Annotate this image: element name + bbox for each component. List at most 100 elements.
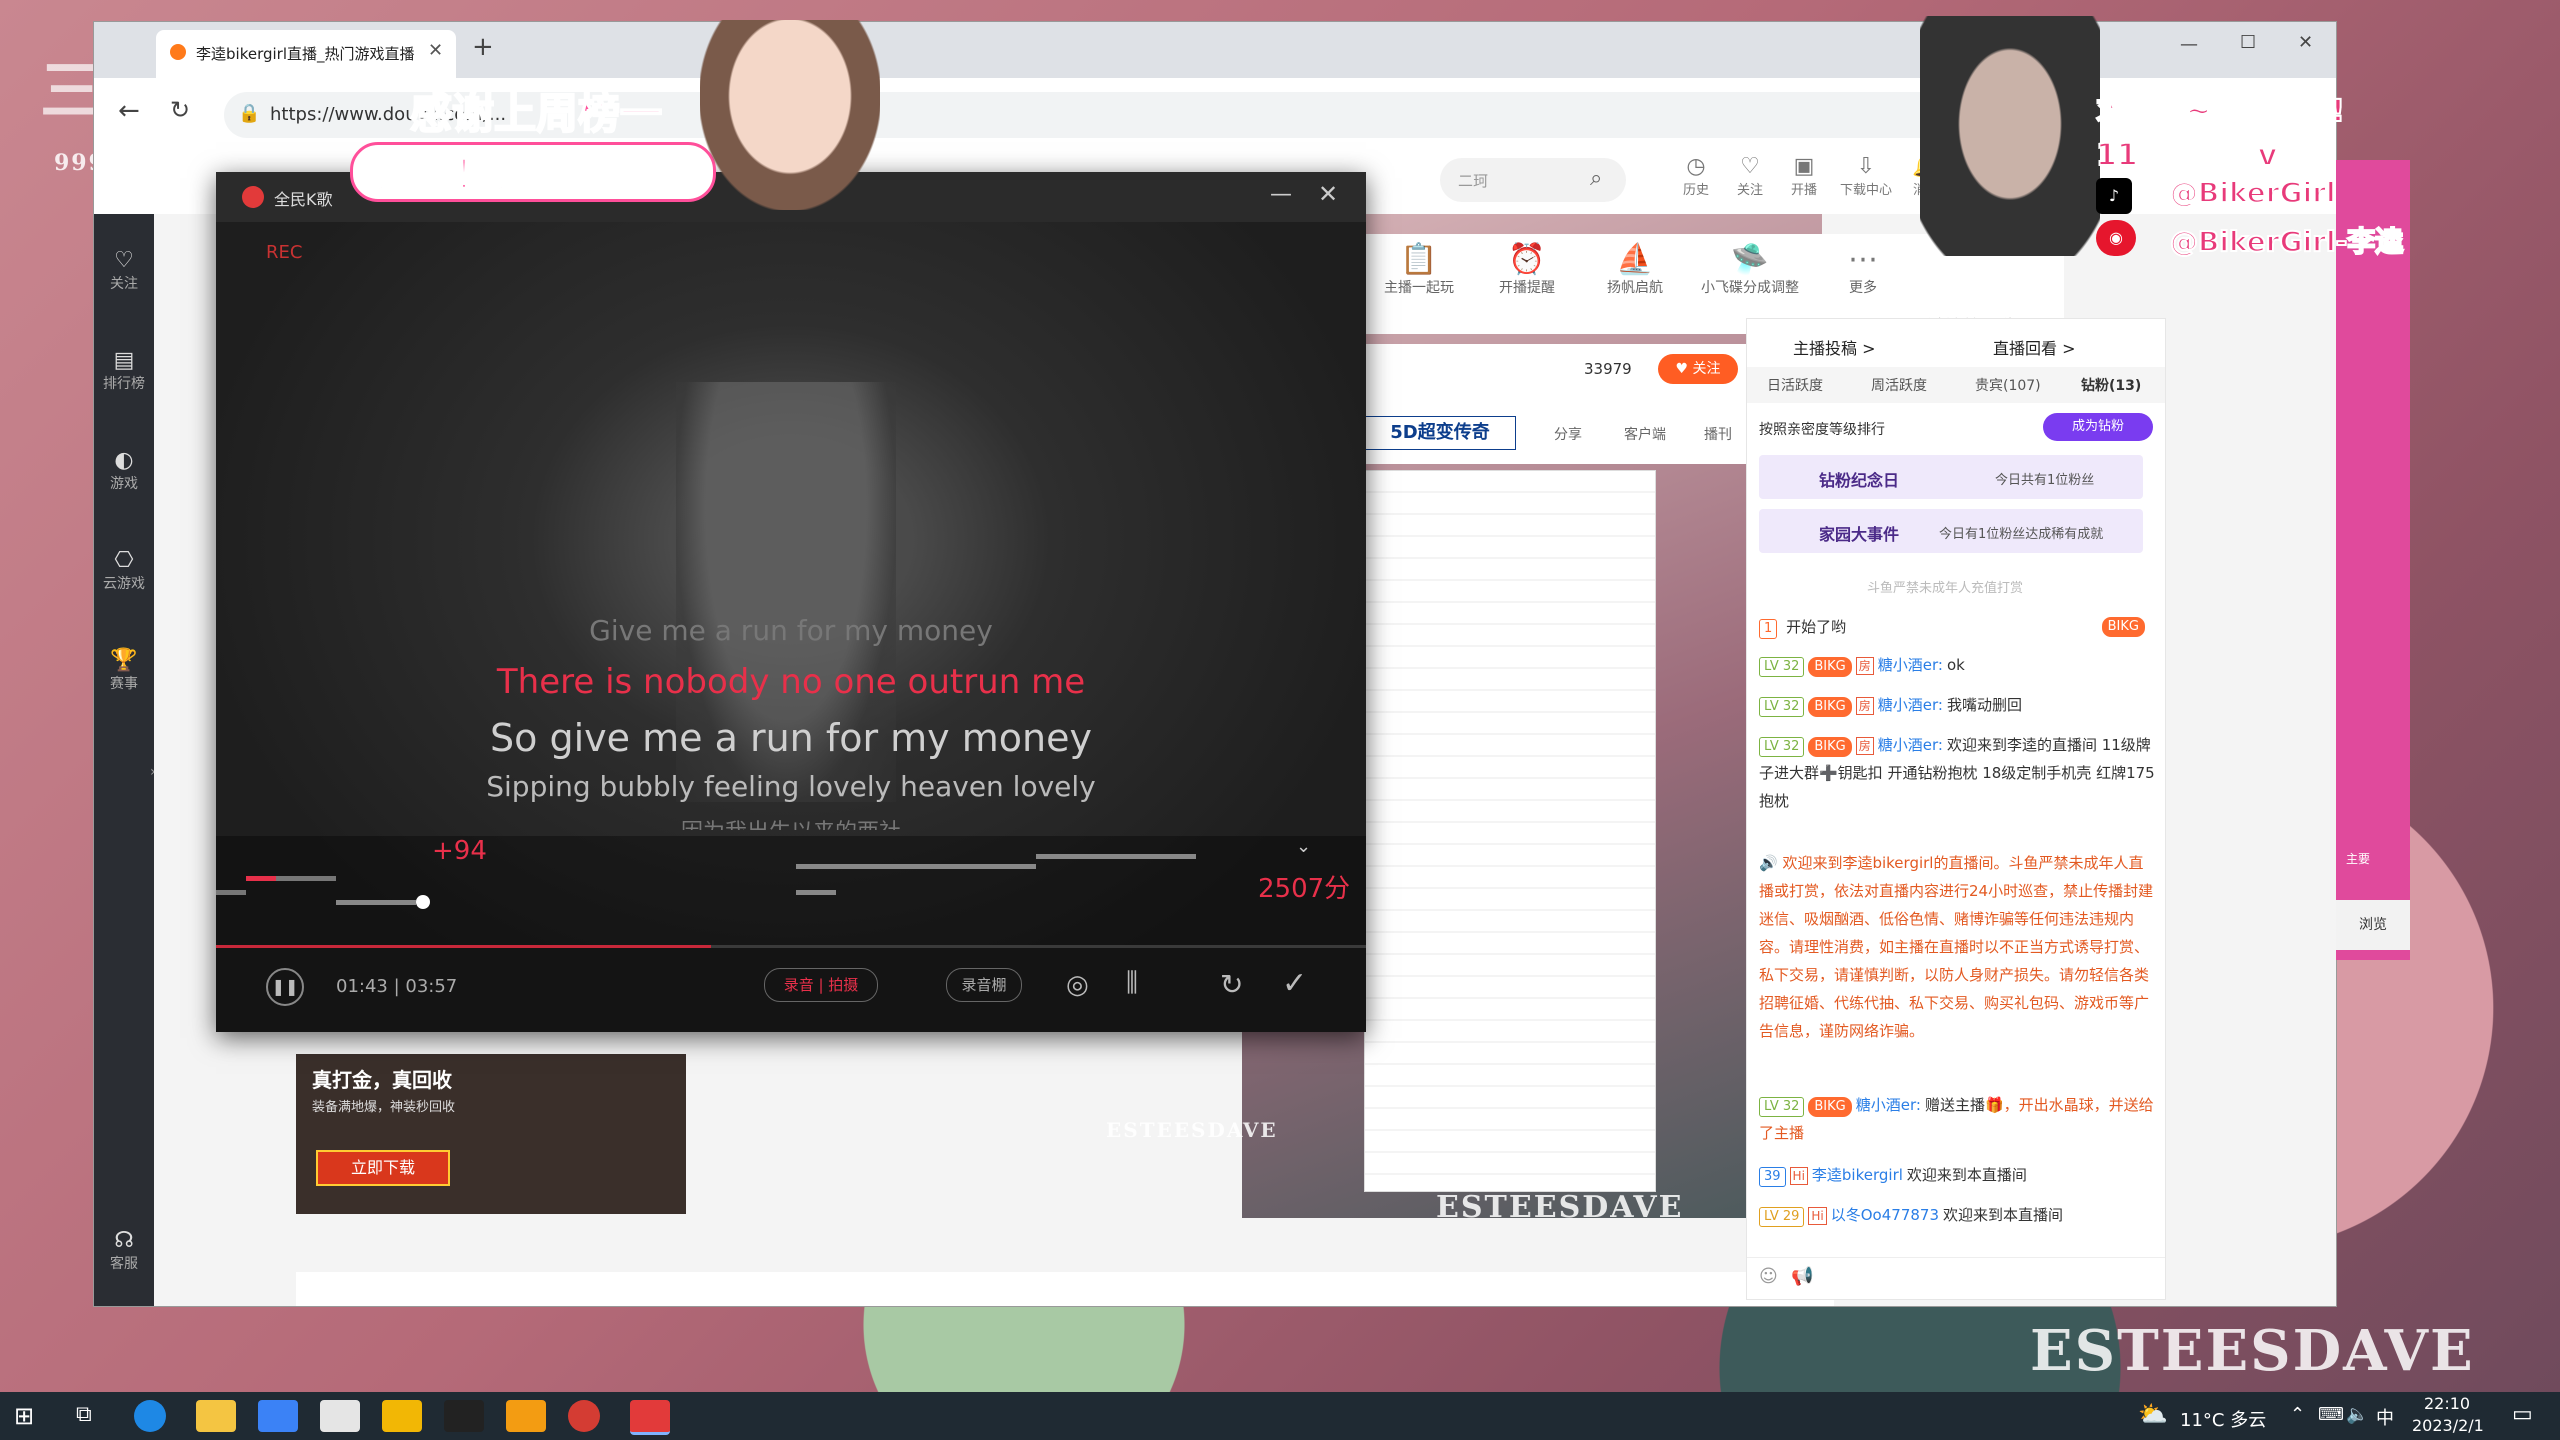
toolbar-label: 更多 (1849, 280, 1877, 296)
toolbar-play-together[interactable]: 📋 主播一起玩 (1374, 242, 1464, 297)
ad-banner[interactable]: 真打金，真回收 装备满地爆，神装秒回收 立即下载 (296, 1054, 686, 1214)
karaoke-taskbar-icon[interactable] (630, 1400, 670, 1435)
volume-icon[interactable]: 🔈 (2346, 1404, 2368, 1425)
side-browse-button[interactable]: 浏览 (2336, 900, 2410, 950)
studio-button[interactable]: 录音棚 (946, 968, 1022, 1002)
client-link[interactable]: 客户端 (1624, 424, 1666, 444)
toolbar-ufo[interactable]: 🛸 小飞碟分成调整 (1690, 242, 1810, 297)
toolbar-reminder[interactable]: ⏰ 开播提醒 (1482, 242, 1572, 297)
maximize-button[interactable]: ☐ (2240, 32, 2256, 53)
sidebar-item-game[interactable]: ◐ 游戏 (94, 434, 154, 514)
clock-icon: ◷ (1686, 154, 1706, 179)
search-box[interactable]: 二珂 ⌕ (1440, 158, 1626, 202)
edge-icon[interactable] (134, 1400, 166, 1432)
chat-username[interactable]: 李逵bikergirl (1812, 1166, 1903, 1184)
netease-music-icon[interactable] (568, 1400, 600, 1432)
download-icon: ⇩ (1856, 154, 1876, 179)
report-link[interactable]: 播刊 (1704, 424, 1732, 444)
tray-chevron-icon[interactable]: ⌃ (2290, 1404, 2305, 1425)
chat-text: 赠送主播 (1924, 1096, 1985, 1114)
chat-username[interactable]: 糖小酒er: (1878, 736, 1943, 754)
start-button[interactable]: ⊞ (14, 1402, 34, 1430)
toolbar-more[interactable]: ⋯ 更多 (1818, 242, 1908, 297)
sidebar-item-cloud-game[interactable]: ⎔ 云游戏 (94, 534, 154, 614)
pause-button[interactable]: ❚❚ (266, 968, 304, 1006)
sidebar-item-follow[interactable]: ♡ 关注 (94, 234, 154, 314)
mail-icon[interactable] (258, 1400, 298, 1432)
file-explorer-icon[interactable] (196, 1400, 236, 1432)
back-icon[interactable]: ← (118, 96, 140, 126)
network-icon[interactable]: ⌨ (2318, 1404, 2344, 1425)
record-mode-toggle[interactable]: 录音 | 拍摄 (764, 968, 878, 1002)
mixer-icon[interactable]: ⫼ (1126, 968, 1138, 999)
tab-daily[interactable]: 日活跃度 (1767, 375, 1823, 395)
side-app-panel: 浏览 主要 (2336, 160, 2410, 960)
streamer-posts-link[interactable]: 主播投稿 > (1793, 335, 1876, 359)
tab-title: 李逵bikergirl直播_热门游戏直播 (196, 45, 415, 63)
taskbar: ⊞ ⧉ ⛅ 11°C 多云 ⌃ ⌨ 🔈 中 22:10 2023/2/1 ▭ (0, 1392, 2560, 1440)
family-note: 今日有1位粉丝达成稀有成就 (1939, 527, 2104, 542)
download-label: 下载中心 (1839, 183, 1892, 198)
clock-time[interactable]: 22:10 (2424, 1394, 2470, 1413)
close-button[interactable]: ✕ (2298, 32, 2313, 53)
karaoke-close-button[interactable]: ✕ (1318, 180, 1338, 208)
finish-check-icon[interactable]: ✓ (1282, 966, 1307, 1001)
more-icon: ⋯ (1848, 242, 1878, 277)
karaoke-minimize-button[interactable]: — (1270, 182, 1292, 207)
replay-link[interactable]: 直播回看 > (1993, 335, 2076, 359)
horn-icon[interactable]: 📢 (1791, 1266, 1813, 1287)
toolbar-sail[interactable]: ⛵ 扬帆启航 (1590, 242, 1680, 297)
tab-close-icon[interactable]: ✕ (428, 40, 443, 61)
follow-label: 关注 (1736, 183, 1763, 198)
tab-diamond[interactable]: 钻粉(13) (2081, 375, 2141, 395)
room-admin-icon: 房 (1855, 657, 1874, 675)
app-cat-icon[interactable] (382, 1400, 422, 1432)
gift-bar (296, 1272, 1834, 1306)
sidebar-item-support[interactable]: ☊ 客服 (94, 1214, 154, 1294)
search-input[interactable]: 二珂 (1458, 170, 1488, 191)
become-diamond-button[interactable]: 成为钻粉 (2043, 413, 2153, 441)
chat-input-bar[interactable]: ☺ 📢 (1747, 1257, 2165, 1298)
clock-date[interactable]: 2023/2/1 (2412, 1416, 2484, 1435)
game-tag[interactable]: 5D超变传奇 (1364, 416, 1516, 450)
refresh-icon[interactable]: ↻ (170, 96, 190, 124)
broadcast-label: 开播 (1790, 183, 1817, 198)
history-link[interactable]: ◷ 历史 (1674, 154, 1718, 198)
clipboard-icon: 📋 (1400, 242, 1438, 277)
ime-indicator[interactable]: 中 (2376, 1404, 2394, 1430)
download-link[interactable]: ⇩ 下载中心 (1834, 154, 1898, 198)
search-icon[interactable]: ⌕ (1590, 166, 1602, 191)
system-notice: 🔊 欢迎来到李逵bikergirl的直播间。斗鱼严禁未成年人直播或打赏，依法对直… (1759, 849, 2155, 1045)
ad-download-button[interactable]: 立即下载 (316, 1150, 450, 1186)
notification-icon[interactable]: ▭ (2512, 1402, 2533, 1427)
broadcast-link[interactable]: ▣ 开播 (1782, 154, 1826, 198)
minimize-button[interactable]: — (2180, 34, 2198, 55)
share-link[interactable]: 分享 (1554, 424, 1582, 444)
task-view-icon[interactable]: ⧉ (76, 1402, 92, 1427)
app-orange-icon[interactable] (506, 1400, 546, 1432)
collapse-lyrics-icon[interactable]: ⌄ (1296, 836, 1311, 857)
chat-username[interactable]: 以冬Oo477873 (1831, 1206, 1939, 1224)
app-obs-icon[interactable] (444, 1400, 484, 1432)
browser-tab[interactable]: 李逵bikergirl直播_热门游戏直播 ✕ (156, 30, 456, 78)
new-tab-button[interactable]: + (472, 32, 494, 62)
follow-link[interactable]: ♡ 关注 (1728, 154, 1772, 198)
anniversary-card[interactable]: 钻粉纪念日 今日共有1位粉丝 (1759, 455, 2143, 499)
family-card[interactable]: 家园大事件 今日有1位粉丝达成稀有成就 (1759, 509, 2143, 553)
chat-username[interactable]: 糖小酒er: (1878, 656, 1943, 674)
chat-username[interactable]: 糖小酒er: (1856, 1096, 1921, 1114)
sidebar-label: 关注 (110, 276, 138, 292)
sidebar-item-events[interactable]: 🏆 赛事 (94, 634, 154, 714)
alarm-icon: ⏰ (1508, 242, 1546, 277)
store-icon[interactable] (320, 1400, 360, 1432)
emoji-icon[interactable]: ☺ (1759, 1266, 1778, 1287)
effects-icon[interactable]: ◎ (1066, 970, 1089, 1000)
sidebar-item-rank[interactable]: ▤ 排行榜 (94, 334, 154, 414)
follow-line-2: 11级灯牌加v群 (2095, 137, 2308, 174)
tab-weekly[interactable]: 周活跃度 (1871, 375, 1927, 395)
restart-icon[interactable]: ↻ (1220, 968, 1243, 1001)
chat-username[interactable]: 糖小酒er: (1878, 696, 1943, 714)
tab-vip[interactable]: 贵宾(107) (1975, 375, 2041, 395)
chat-message: LV 32 BIKG 房糖小酒er: ok (1759, 651, 2155, 679)
follow-button[interactable]: ♥ 关注 (1658, 354, 1738, 384)
